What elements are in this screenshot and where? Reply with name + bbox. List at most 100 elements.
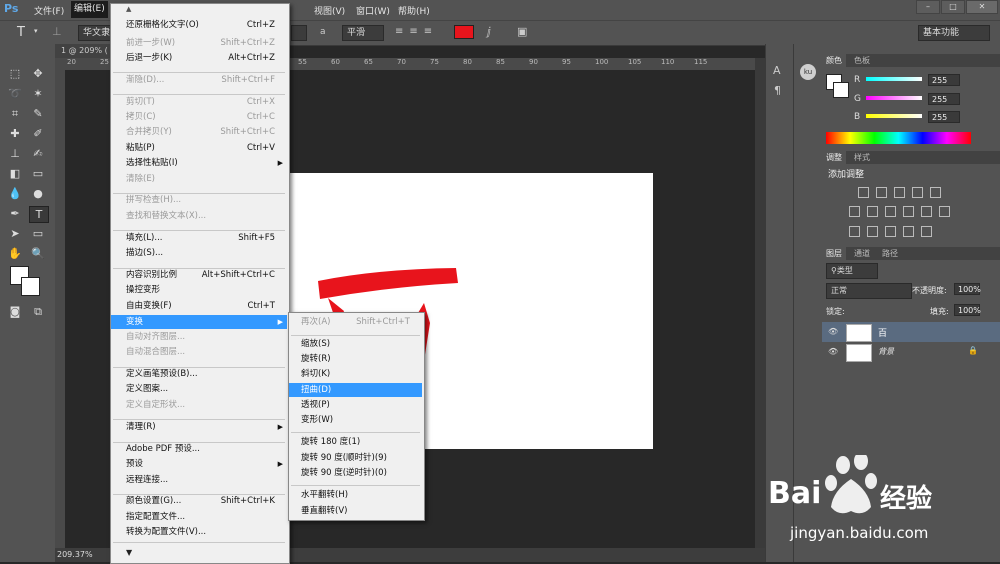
lasso-tool-icon[interactable]: ➰ xyxy=(6,86,24,101)
hand-tool-icon[interactable]: ✋ xyxy=(6,246,24,261)
gradient-map-icon[interactable] xyxy=(921,226,932,237)
blend-mode-select[interactable]: 正常 xyxy=(826,283,912,299)
type-tool-icon[interactable]: T xyxy=(17,25,25,40)
g-slider[interactable] xyxy=(866,96,922,100)
menu-view[interactable]: 视图(V) xyxy=(314,4,345,17)
pen-tool-icon[interactable]: ✒ xyxy=(6,206,24,221)
antialias-select[interactable]: 平滑 xyxy=(342,25,384,41)
eye-icon[interactable]: 👁 xyxy=(828,327,838,336)
move-tool-icon[interactable]: ✥ xyxy=(29,66,47,81)
panel-background-swatch[interactable] xyxy=(833,82,849,98)
transform-menu-item[interactable]: 垂直翻转(V) xyxy=(289,504,422,518)
transform-menu-item[interactable]: 旋转(R) xyxy=(289,352,422,366)
transform-menu-item[interactable]: 缩放(S) xyxy=(289,337,422,351)
edit-menu-item[interactable]: 填充(L)... Shift+F5 xyxy=(111,231,287,245)
threshold-icon[interactable] xyxy=(885,226,896,237)
channel-mixer-icon[interactable] xyxy=(921,206,932,217)
eraser-tool-icon[interactable]: ◧ xyxy=(6,166,24,181)
scroll-down-icon[interactable]: ▼ xyxy=(126,548,132,557)
layer-row[interactable]: 👁 百 xyxy=(822,322,1000,342)
transform-menu-item[interactable]: 旋转 90 度(逆时针)(0) xyxy=(289,466,422,480)
path-select-icon[interactable]: ➤ xyxy=(6,226,24,241)
transform-menu-item[interactable]: 透视(P) xyxy=(289,398,422,412)
layer-name[interactable]: 百 xyxy=(878,326,887,339)
curves-icon[interactable] xyxy=(894,187,905,198)
scroll-up-icon[interactable]: ▲ xyxy=(126,5,131,13)
font-size-select[interactable] xyxy=(291,25,307,41)
text-color-swatch[interactable] xyxy=(454,25,474,39)
brush-tool-icon[interactable]: ✐ xyxy=(29,126,47,141)
tab-color[interactable]: 颜色 xyxy=(822,54,846,67)
edit-menu-item[interactable]: 预设 ▶ xyxy=(111,457,287,471)
color-balance-icon[interactable] xyxy=(867,206,878,217)
marquee-tool-icon[interactable]: ⬚ xyxy=(6,66,24,81)
r-slider[interactable] xyxy=(866,77,922,81)
edit-menu-item[interactable]: 变换 ▶ xyxy=(111,315,287,329)
tab-channels[interactable]: 通道 xyxy=(850,247,874,260)
tab-layers[interactable]: 图层 xyxy=(822,247,846,260)
paragraph-panel-icon[interactable]: ¶ xyxy=(774,84,781,97)
zoom-tool-icon[interactable]: 🔍 xyxy=(29,246,47,261)
color-spectrum[interactable] xyxy=(826,132,971,144)
background-color-swatch[interactable] xyxy=(21,277,40,296)
edit-menu-item[interactable]: 定义图案... xyxy=(111,382,287,396)
healing-brush-icon[interactable]: ✚ xyxy=(6,126,24,141)
kuler-icon[interactable]: ku xyxy=(800,64,816,80)
r-value[interactable]: 255 xyxy=(928,74,960,86)
edit-menu-item[interactable]: 粘贴(P) Ctrl+V xyxy=(111,141,287,155)
tab-styles[interactable]: 样式 xyxy=(850,151,874,164)
brightness-icon[interactable] xyxy=(858,187,869,198)
transform-menu-item[interactable]: 旋转 90 度(顺时针)(9) xyxy=(289,451,422,465)
edit-menu-item[interactable]: 操控变形 xyxy=(111,283,287,297)
fill-value[interactable]: 100% xyxy=(954,304,981,316)
opacity-value[interactable]: 100% xyxy=(954,283,981,295)
stamp-tool-icon[interactable]: ⊥ xyxy=(6,146,24,161)
transform-menu-item[interactable]: 变形(W) xyxy=(289,413,422,427)
levels-icon[interactable] xyxy=(876,187,887,198)
document-tab[interactable]: 1 @ 209% ( xyxy=(55,44,110,58)
close-button[interactable]: ✕ xyxy=(966,0,998,14)
minimize-button[interactable]: – xyxy=(916,0,940,14)
maximize-button[interactable]: □ xyxy=(941,0,965,14)
exposure-icon[interactable] xyxy=(912,187,923,198)
orientation-icon[interactable]: ⊥ xyxy=(52,25,62,38)
edit-menu-item[interactable]: 描边(S)... xyxy=(111,246,287,260)
screen-mode-icon[interactable]: ⧉ xyxy=(29,304,47,319)
edit-menu-item[interactable]: Adobe PDF 预设... xyxy=(111,442,287,456)
b-slider[interactable] xyxy=(866,114,922,118)
photo-filter-icon[interactable] xyxy=(903,206,914,217)
quick-mask-icon[interactable]: ◙ xyxy=(6,304,24,319)
shape-tool-icon[interactable]: ▭ xyxy=(29,226,47,241)
edit-menu-item[interactable]: 指定配置文件... xyxy=(111,510,287,524)
layer-row[interactable]: 👁 背景 🔒 xyxy=(822,342,1000,362)
b-value[interactable]: 255 xyxy=(928,111,960,123)
blur-tool-icon[interactable]: 💧 xyxy=(6,186,24,201)
character-panel-icon[interactable]: ▣ xyxy=(517,25,527,38)
edit-menu-item[interactable]: 颜色设置(G)... Shift+Ctrl+K xyxy=(111,494,287,508)
transform-menu-item[interactable]: 扭曲(D) xyxy=(289,383,422,397)
edit-menu-item[interactable]: 选择性粘贴(I) ▶ xyxy=(111,156,287,170)
edit-menu-item[interactable]: 转换为配置文件(V)... xyxy=(111,525,287,539)
edit-menu-item[interactable]: 清理(R) ▶ xyxy=(111,420,287,434)
history-brush-icon[interactable]: ✍ xyxy=(29,146,47,161)
g-value[interactable]: 255 xyxy=(928,93,960,105)
bw-icon[interactable] xyxy=(885,206,896,217)
transform-menu-item[interactable]: 斜切(K) xyxy=(289,367,422,381)
posterize-icon[interactable] xyxy=(867,226,878,237)
layer-name[interactable]: 背景 xyxy=(878,346,894,357)
layer-filter-select[interactable]: ⚲类型 xyxy=(826,263,878,279)
dodge-tool-icon[interactable]: ● xyxy=(29,186,47,201)
character-panel-icon[interactable]: A xyxy=(773,64,781,77)
color-lookup-icon[interactable] xyxy=(939,206,950,217)
workspace-select[interactable]: 基本功能 xyxy=(918,25,990,41)
edit-menu-item[interactable]: 远程连接... xyxy=(111,473,287,487)
crop-tool-icon[interactable]: ⌗ xyxy=(6,106,24,121)
edit-menu-item[interactable]: 定义画笔预设(B)... xyxy=(111,367,287,381)
menu-help[interactable]: 帮助(H) xyxy=(398,4,430,17)
edit-menu-item[interactable]: 后退一步(K) Alt+Ctrl+Z xyxy=(111,51,287,65)
zoom-level[interactable]: 209.37% xyxy=(57,550,93,559)
align-buttons[interactable]: ≡≡≡ xyxy=(395,26,438,37)
transform-menu-item[interactable]: 旋转 180 度(1) xyxy=(289,435,422,449)
edit-menu-item[interactable]: 还原栅格化文字(O) Ctrl+Z xyxy=(111,18,287,32)
menu-file[interactable]: 文件(F) xyxy=(34,4,64,17)
